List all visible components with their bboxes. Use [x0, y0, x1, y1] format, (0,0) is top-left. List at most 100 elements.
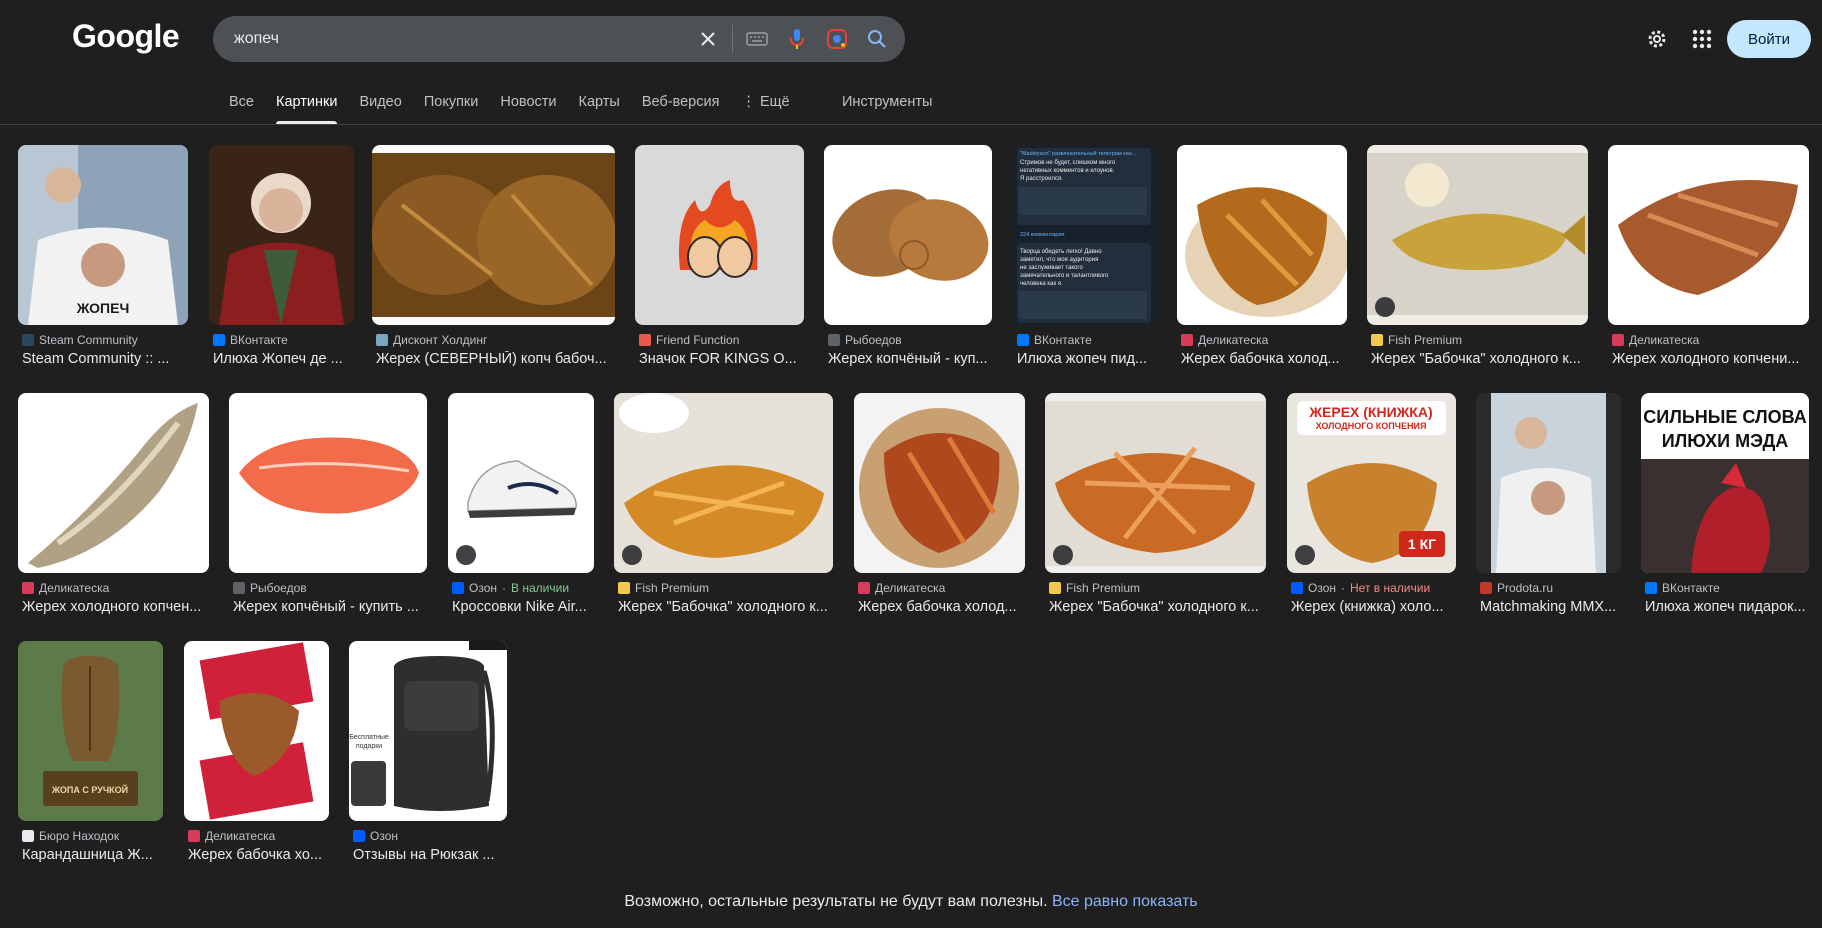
result-title[interactable]: Илюха Жопеч де ... [213, 351, 356, 367]
search-box[interactable] [213, 16, 905, 62]
result-source: Озон [353, 829, 398, 843]
divider [732, 25, 733, 53]
result-title[interactable]: Жерех "Бабочка" холодного к... [1049, 599, 1270, 615]
clear-icon[interactable] [688, 16, 728, 62]
chat-channel: "Madstyson" развлекательный телеграм кан… [1020, 150, 1137, 157]
chat-line: не заслуживает такого [1020, 265, 1083, 271]
gear-icon[interactable] [1645, 27, 1669, 51]
banner-title: ЖЕРЕХ (КНИЖКА) [1308, 404, 1432, 420]
footer-message: Возможно, остальные результаты не будут … [0, 893, 1822, 911]
result-title[interactable]: Жерех "Бабочка" холодного к... [1371, 351, 1590, 367]
result-source: Prodota.ru [1480, 581, 1553, 595]
search-icon[interactable] [857, 16, 897, 62]
result-title[interactable]: Жерех бабочка холод... [1181, 351, 1349, 367]
image-caption: СИЛЬНЫЕ СЛОВА [1643, 407, 1806, 427]
result-source: Steam Community [22, 333, 138, 347]
favicon-icon [1480, 582, 1492, 594]
result-title[interactable]: Илюха жопеч пид... [1017, 351, 1159, 367]
result-title[interactable]: Карандашница Ж... [22, 847, 167, 863]
result-title[interactable]: Жерех бабочка хо... [188, 847, 333, 863]
result-image [184, 641, 329, 821]
result-title[interactable]: Жерех "Бабочка" холодного к... [618, 599, 837, 615]
favicon-icon [188, 830, 200, 842]
tab-all[interactable]: Все [218, 80, 265, 124]
tab-shopping[interactable]: Покупки [413, 80, 490, 124]
result-source: Рыбоедов [828, 333, 902, 347]
favicon-icon [858, 582, 870, 594]
gift-caption: Бесплатные [349, 734, 389, 741]
result-title[interactable]: Илюха жопеч пидарок... [1645, 599, 1813, 615]
chat-line: Творца обидеть легко! Давно [1020, 249, 1102, 255]
result-title[interactable]: Matchmaking MMX... [1480, 599, 1625, 615]
favicon-icon [22, 582, 34, 594]
result-image [209, 145, 354, 325]
camera-lens-icon[interactable] [817, 16, 857, 62]
result-title[interactable]: Значок FOR KINGS O... [639, 351, 806, 367]
product-tag-icon [1375, 297, 1395, 317]
favicon-icon [452, 582, 464, 594]
image-results-grid: ЖОПЕЧ Steam Community Steam Community ::… [0, 0, 1822, 928]
result-image [372, 145, 615, 325]
result-source: Friend Function [639, 333, 739, 347]
google-logo[interactable]: Google [72, 18, 180, 55]
tab-images[interactable]: Картинки [265, 80, 348, 124]
keyboard-icon[interactable] [737, 16, 777, 62]
result-title[interactable]: Жерех бабочка холод... [858, 599, 1029, 615]
chat-line: Я расстроился. [1020, 176, 1063, 182]
stock-status: В наличии [511, 581, 570, 595]
favicon-icon [353, 830, 365, 842]
banner-subtitle: ХОЛОДНОГО КОПЧЕНИЯ [1316, 421, 1427, 431]
favicon-icon [618, 582, 630, 594]
result-source: Рыбоедов [233, 581, 307, 595]
apps-grid-icon[interactable] [1690, 27, 1714, 51]
footer-text: Возможно, остальные результаты не будут … [624, 893, 1048, 910]
result-source: ВКонтакте [1017, 333, 1092, 347]
favicon-icon [1017, 334, 1029, 346]
result-title[interactable]: Жерех холодного копчен... [22, 599, 211, 615]
favicon-icon [1181, 334, 1193, 346]
result-title[interactable]: Жерех копчёный - купить ... [233, 599, 431, 615]
chat-line: человека как я. [1020, 281, 1063, 287]
result-source: Озон · В наличии [452, 581, 569, 595]
tab-videos[interactable]: Видео [348, 80, 412, 124]
result-title[interactable]: Жерех копчёный - куп... [828, 351, 994, 367]
weight-badge: 1 КГ [1408, 536, 1436, 552]
stand-label: ЖОПА С РУЧКОЙ [51, 784, 128, 795]
result-image [229, 393, 427, 573]
result-source: ВКонтакте [213, 333, 288, 347]
result-title[interactable]: Жерех холодного копчени... [1612, 351, 1811, 367]
favicon-icon [233, 582, 245, 594]
tab-maps[interactable]: Карты [568, 80, 631, 124]
tools-button[interactable]: Инструменты [842, 80, 932, 124]
favicon-icon [22, 334, 34, 346]
tab-more[interactable]: ⋮ Ещё [730, 80, 800, 124]
result-source: Fish Premium [1049, 581, 1140, 595]
show-anyway-link[interactable]: Все равно показать [1052, 893, 1198, 910]
tab-web[interactable]: Веб-версия [631, 80, 731, 124]
favicon-icon [22, 830, 34, 842]
result-title[interactable]: Жерех (СЕВЕРНЫЙ) копч бабоч... [376, 351, 617, 367]
result-source: Бюро Находок [22, 829, 119, 843]
microphone-icon[interactable] [777, 16, 817, 62]
result-source: Деликатеска [1612, 333, 1699, 347]
result-source: Деликатеска [188, 829, 275, 843]
favicon-icon [828, 334, 840, 346]
stock-status: · [502, 581, 507, 595]
chat-line: Стримов не будет, слишком много [1020, 160, 1116, 166]
tab-news[interactable]: Новости [489, 80, 567, 124]
result-image [635, 145, 804, 325]
result-image [1367, 145, 1588, 325]
result-title[interactable]: Жерех (книжка) холо... [1291, 599, 1460, 615]
result-image [1045, 393, 1266, 573]
result-image [1476, 393, 1621, 573]
search-input[interactable] [213, 18, 688, 60]
result-title[interactable]: Отзывы на Рюкзак ... [353, 847, 511, 863]
product-tag-icon [622, 545, 642, 565]
signin-button[interactable]: Войти [1727, 20, 1811, 58]
result-image: ЖОПЕЧ [18, 145, 188, 325]
result-source: Деликатеска [1181, 333, 1268, 347]
result-title[interactable]: Steam Community :: ... [22, 351, 190, 367]
result-image [1608, 145, 1809, 325]
header: Google Войти Все Картинки Видео [0, 0, 1822, 125]
result-title[interactable]: Кроссовки Nike Air... [452, 599, 598, 615]
